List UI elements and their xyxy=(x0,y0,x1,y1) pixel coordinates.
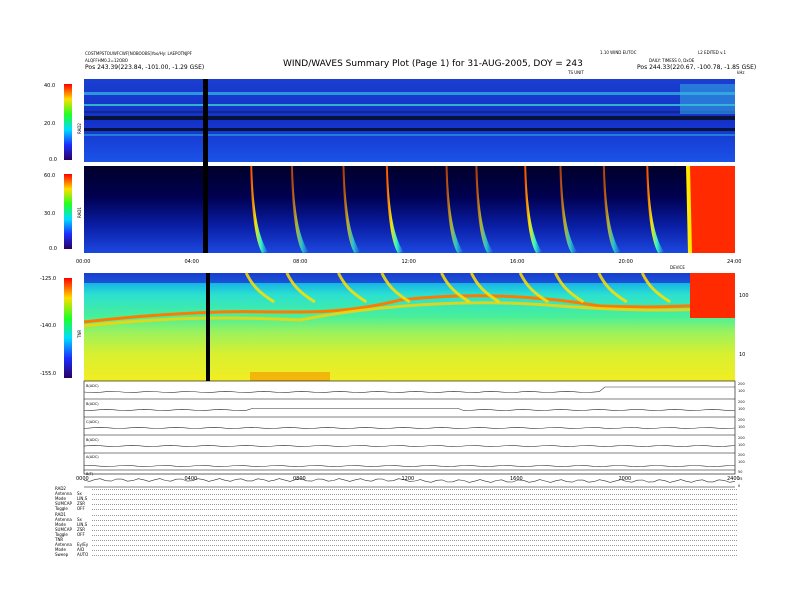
footer-dotted-line xyxy=(92,524,737,526)
footer-dotted-line xyxy=(92,509,737,511)
line-plot-right-tick: 200 xyxy=(738,453,745,457)
time-tick: 04:00 xyxy=(184,259,199,265)
line-plot-right-tick: 200 xyxy=(738,400,745,404)
line-plot-right-tick: 100 xyxy=(738,425,745,429)
footer-dotted-line xyxy=(92,534,737,536)
time-tick: 12:00 xyxy=(401,259,416,265)
footer-dotted-line xyxy=(92,494,737,496)
footer-dotted-line xyxy=(92,540,737,541)
line-plot-label: A(ADC) xyxy=(86,455,99,459)
tnr-storm-region xyxy=(690,273,735,318)
footer-value: AUTO xyxy=(77,552,89,558)
footer-dotted-line xyxy=(92,550,737,552)
line-plot-label: B(ADC) xyxy=(86,402,99,406)
rad1-spectrogram xyxy=(84,166,735,253)
line-plot-right-tick: 100 xyxy=(738,407,745,411)
tnr-right-tick-100: 100 xyxy=(739,293,749,299)
time-tick: 16:00 xyxy=(510,259,525,265)
storm-region xyxy=(688,166,735,253)
tnr-colorbar xyxy=(64,278,72,378)
footer-dotted-line xyxy=(92,504,737,506)
rad1-tick-top: 60.0 xyxy=(44,173,56,179)
rad1-tick-mid: 30.0 xyxy=(44,211,56,217)
time-tick: 0800 xyxy=(293,476,306,482)
tnr-top-note: DEVICE xyxy=(670,265,685,270)
tnr-label: TNR xyxy=(77,329,82,338)
footer-dotted-line xyxy=(92,514,737,516)
footer-dotted-line xyxy=(92,489,737,490)
time-tick: 08:00 xyxy=(293,259,308,265)
rad1-tick-bottom: 0.0 xyxy=(49,246,57,252)
data-gap-bar-tnr xyxy=(206,273,210,381)
line-plot-right-tick: 50 xyxy=(738,470,742,474)
rad2-tick-bottom: 0.0 xyxy=(49,157,57,163)
footer-value: OFF xyxy=(77,506,85,512)
time-tick: 0400 xyxy=(184,476,198,482)
line-plot-right-tick: 100 xyxy=(738,443,745,447)
line-plot-label: C(ADC) xyxy=(86,420,99,424)
footer-dotted-line xyxy=(92,529,737,531)
line-plot-label: B(ADC) xyxy=(86,384,99,388)
rad2-colorbar xyxy=(64,84,72,160)
rad2-spectrogram xyxy=(84,79,735,162)
tnr-tick-bottom: -155.0 xyxy=(40,371,57,377)
tnr-tick-mid: -140.0 xyxy=(40,323,57,329)
tnr-spectrogram xyxy=(83,272,736,381)
line-plot-right-tick: 100 xyxy=(738,389,745,393)
line-plot-right-tick: 200 xyxy=(738,436,745,440)
rad2-tick-mid: 20.0 xyxy=(44,121,56,127)
time-tick: 2400 xyxy=(727,476,740,482)
footer-value: OFF xyxy=(77,531,85,537)
line-plot-label: B(ADC) xyxy=(86,438,99,442)
time-tick: 00:00 xyxy=(76,259,91,265)
footer-label: Sweep xyxy=(55,552,69,558)
time-tick: 0000 xyxy=(76,476,89,482)
data-gap-bar xyxy=(203,79,208,253)
time-tick: 1200 xyxy=(401,476,415,482)
footer-dotted-line xyxy=(92,555,737,557)
rad2-label: RAD2 xyxy=(77,123,82,134)
line-plot-right-tick: 100 xyxy=(738,460,745,464)
time-tick: 24:00 xyxy=(727,259,742,265)
footer-dotted-line xyxy=(92,519,737,521)
line-plot-right-tick: 0 xyxy=(738,484,740,488)
tnr-right-tick-10: 10 xyxy=(739,352,746,358)
time-tick: 1600 xyxy=(510,476,523,482)
line-plot-right-tick: 200 xyxy=(738,382,745,386)
footer-dotted-line xyxy=(92,499,737,501)
footer-dotted-line xyxy=(92,545,737,547)
tnr-tick-top: -125.0 xyxy=(40,276,57,282)
rad1-colorbar xyxy=(64,174,72,249)
rad1-label: RAD1 xyxy=(77,207,82,218)
rad2-tick-top: 40.0 xyxy=(44,83,56,89)
line-plot-right-tick: 200 xyxy=(738,418,745,422)
line-plots: B(ADC) 200 100 B(ADC) 200 100 C(ADC) 200 100 B(AD… xyxy=(83,380,745,488)
time-tick: 2000 xyxy=(618,476,632,482)
time-tick: 20:00 xyxy=(618,259,633,265)
